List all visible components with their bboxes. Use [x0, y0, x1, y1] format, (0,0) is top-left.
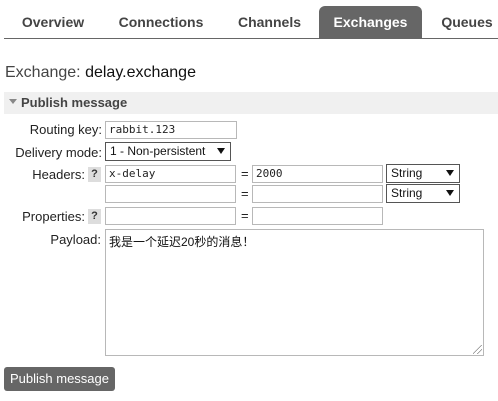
tab-channels[interactable]: Channels [220, 6, 319, 38]
header-type-select-1[interactable]: String [386, 164, 460, 183]
page-title: Exchange: delay.exchange [5, 64, 196, 82]
header-equals-2: = [241, 186, 249, 201]
delivery-mode-value: 1 - Non-persistent [110, 144, 206, 158]
property-value-input[interactable] [252, 207, 383, 225]
payload-label: Payload: [50, 232, 101, 247]
properties-label: Properties: [22, 209, 85, 224]
header-key-input-2[interactable] [105, 185, 236, 203]
delivery-mode-select[interactable]: 1 - Non-persistent [105, 142, 231, 161]
headers-label: Headers: [32, 167, 85, 182]
tab-queues[interactable]: Queues [432, 6, 498, 38]
collapse-triangle-icon [9, 99, 17, 105]
header-type-value-1: String [391, 166, 423, 180]
tab-exchanges[interactable]: Exchanges [319, 6, 422, 38]
routing-key-input[interactable]: rabbit.123 [105, 121, 237, 139]
property-equals: = [241, 208, 249, 223]
header-type-value-2: String [391, 186, 423, 200]
tab-connections[interactable]: Connections [102, 6, 220, 38]
dropdown-arrow-icon [446, 190, 454, 196]
routing-key-label: Routing key: [29, 122, 102, 137]
publish-message-section-header[interactable]: Publish message [4, 92, 498, 114]
tab-overview[interactable]: Overview [4, 6, 102, 38]
page-title-prefix: Exchange: [5, 64, 81, 81]
header-equals-1: = [241, 166, 249, 181]
resize-grip-icon[interactable] [473, 345, 482, 354]
header-value-input-1[interactable]: 2000 [252, 165, 383, 183]
properties-help-icon[interactable]: ? [88, 209, 101, 224]
section-title: Publish message [21, 95, 128, 110]
property-key-input[interactable] [105, 207, 236, 225]
payload-text: 我是一个延迟20秒的消息！ [109, 235, 255, 249]
header-type-select-2[interactable]: String [386, 184, 460, 203]
headers-help-icon[interactable]: ? [88, 167, 101, 182]
delivery-mode-label: Delivery mode: [15, 145, 102, 160]
dropdown-arrow-icon [446, 170, 454, 176]
header-value-input-2[interactable] [252, 185, 383, 203]
exchange-name: delay.exchange [85, 64, 196, 81]
dropdown-arrow-icon [217, 148, 225, 154]
publish-message-button[interactable]: Publish message [4, 367, 115, 391]
header-key-input-1[interactable]: x-delay [105, 165, 236, 183]
nav-tabs: Overview Connections Channels Exchanges … [4, 6, 498, 39]
payload-textarea[interactable]: 我是一个延迟20秒的消息！ [105, 229, 484, 356]
